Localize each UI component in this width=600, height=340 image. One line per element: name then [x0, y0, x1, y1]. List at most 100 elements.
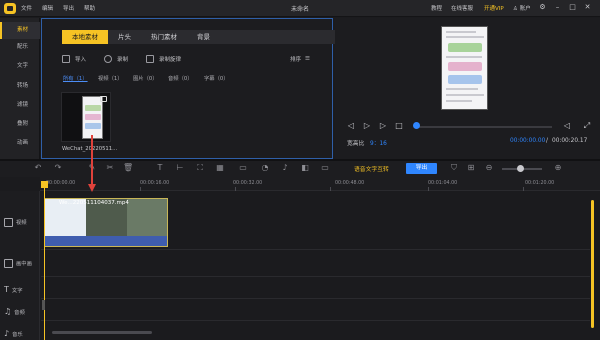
timeline-vertical-scrollbar[interactable] [591, 200, 594, 328]
user-icon: ♙ [513, 6, 518, 12]
account-link[interactable]: ♙ 账户 [513, 4, 531, 12]
support-link[interactable]: 在线客服 [451, 4, 473, 12]
playhead-handle[interactable] [41, 181, 48, 188]
mosaic-icon[interactable]: ▦ [215, 163, 225, 173]
preview-screen [441, 26, 488, 110]
zoom-out-icon[interactable]: ⊖ [484, 163, 494, 173]
speech-to-text-button[interactable]: 语音文字互转 [354, 164, 389, 173]
zoom-slider-handle[interactable] [517, 165, 524, 172]
volume-icon[interactable]: ◁ [562, 121, 572, 131]
tab-hot-material[interactable]: 热门素材 [141, 30, 187, 44]
track-head-pip[interactable]: 画中画 [4, 259, 32, 268]
track-label: 音乐 [12, 332, 23, 338]
vip-link[interactable]: 开通VIP [484, 4, 504, 12]
next-frame-icon[interactable]: ▷ [378, 121, 388, 131]
microphone-icon[interactable]: ♪ [280, 163, 290, 173]
resize-icon[interactable]: ⛶ [195, 163, 205, 173]
rail-item-text[interactable]: 文字 [0, 58, 40, 75]
annotation-arrow [91, 135, 93, 187]
total-time: 00:00:20.17 [552, 138, 588, 144]
aspect-ratio-value[interactable]: 9：16 [370, 138, 387, 147]
fullscreen-icon[interactable]: ⤢ [582, 121, 592, 131]
time-ruler[interactable] [40, 177, 600, 191]
record-melody-label: 录制旋律 [159, 57, 182, 63]
tab-intro[interactable]: 片头 [108, 30, 141, 44]
speed-icon[interactable]: ◔ [260, 163, 270, 173]
sort-button[interactable]: 排序 ☰ [290, 55, 310, 63]
video-clip[interactable]: We...220511104037.mp4 [44, 198, 168, 247]
clip-title: We...220511104037.mp4 [59, 200, 129, 206]
settings-icon[interactable]: ⚙ [537, 2, 548, 13]
lane-separator [41, 320, 590, 321]
maximize-icon[interactable]: □ [567, 2, 578, 13]
filter-all[interactable]: 所有（1） [63, 74, 88, 82]
shield-icon[interactable]: ⛉ [449, 163, 459, 173]
play-icon[interactable]: ▷ [362, 121, 372, 131]
ruler-label: 00:00:00.00 [46, 181, 76, 186]
rail-item-overlay[interactable]: 叠附 [0, 116, 40, 133]
tab-local-material[interactable]: 本地素材 [62, 30, 108, 44]
zoom-in-icon[interactable]: ⊕ [553, 163, 563, 173]
cut-icon[interactable]: ✂ [105, 163, 115, 173]
track-label: 音频 [14, 310, 25, 316]
filter-image[interactable]: 图片（0） [133, 74, 158, 82]
menu-file[interactable]: 文件 [21, 4, 32, 12]
record-melody-button[interactable]: 录制旋律 [146, 55, 181, 63]
title-bar: 文件 编辑 导出 帮助 未命名 教程 在线客服 开通VIP ♙ 账户 ⚙ – □… [0, 0, 600, 17]
track-head-text[interactable]: T 文字 [4, 285, 23, 294]
stop-icon[interactable]: □ [394, 121, 404, 131]
tab-background[interactable]: 背景 [187, 30, 220, 44]
track-label: 画中画 [16, 261, 32, 267]
menu-help[interactable]: 帮助 [84, 4, 95, 12]
rail-item-music[interactable]: 配乐 [0, 39, 40, 56]
crop-icon[interactable]: ⊢ [175, 163, 185, 173]
timeline-playhead[interactable] [44, 183, 45, 340]
preview-progress-bar[interactable] [414, 126, 552, 128]
delete-icon[interactable]: 🗑 [123, 163, 133, 173]
menu-edit[interactable]: 编辑 [42, 4, 53, 12]
undo-icon[interactable]: ↶ [33, 163, 43, 173]
filter-audio[interactable]: 音频（0） [168, 74, 193, 82]
media-panel: 本地素材 片头 热门素材 背景 导入 录制 录制旋律 排序 ☰ 所有（1） 视频… [41, 18, 367, 159]
lane-separator [41, 298, 590, 299]
export-button[interactable]: 导出 [406, 163, 437, 174]
fit-icon[interactable]: ⊞ [466, 163, 476, 173]
rail-item-animation[interactable]: 动画 [0, 135, 40, 152]
freeze-frame-icon[interactable]: ◧ [300, 163, 310, 173]
preview-progress-handle[interactable] [413, 122, 420, 129]
tutorial-link[interactable]: 教程 [431, 4, 442, 12]
track-head-music[interactable]: ♪ 音乐 [4, 329, 23, 338]
rail-item-filter[interactable]: 滤镜 [0, 97, 40, 114]
ruler-label: 00:01:20.00 [525, 181, 555, 186]
text-icon[interactable]: T [155, 163, 165, 173]
sort-label: 排序 [290, 57, 302, 63]
text-track-icon: T [4, 285, 9, 294]
track-label: 视频 [16, 220, 27, 226]
ruler-label: 00:00:48.00 [335, 181, 365, 186]
minimize-icon[interactable]: – [552, 2, 563, 13]
ruler-label: 00:01:04.00 [428, 181, 458, 186]
close-icon[interactable]: ✕ [582, 2, 593, 13]
prev-frame-icon[interactable]: ◁ [346, 121, 356, 131]
track-collapse-handle[interactable] [42, 300, 45, 310]
import-button[interactable]: 导入 [62, 55, 86, 63]
timeline-horizontal-scrollbar[interactable] [52, 331, 152, 334]
clip-frame [127, 199, 167, 236]
redo-icon[interactable]: ↷ [53, 163, 63, 173]
media-thumbnail[interactable] [61, 92, 111, 142]
time-separator: / [546, 138, 548, 144]
media-tabs: 本地素材 片头 热门素材 背景 [62, 30, 367, 44]
app-logo [4, 3, 16, 14]
menu-export[interactable]: 导出 [63, 4, 74, 12]
filter-video[interactable]: 视频（1） [98, 74, 123, 82]
record-button[interactable]: 录制 [104, 55, 128, 63]
track-head-audio[interactable]: ♫ 音频 [4, 307, 25, 316]
screen-record-icon[interactable]: ▭ [238, 163, 248, 173]
filter-subtitle[interactable]: 字幕（0） [204, 74, 229, 82]
rail-item-transition[interactable]: 转场 [0, 78, 40, 95]
import-label: 导入 [75, 57, 87, 63]
video-badge-icon [100, 96, 107, 102]
track-head-video[interactable]: 视频 [4, 218, 27, 227]
rail-item-material[interactable]: 素材 [0, 22, 40, 39]
duration-icon[interactable]: ▭ [320, 163, 330, 173]
